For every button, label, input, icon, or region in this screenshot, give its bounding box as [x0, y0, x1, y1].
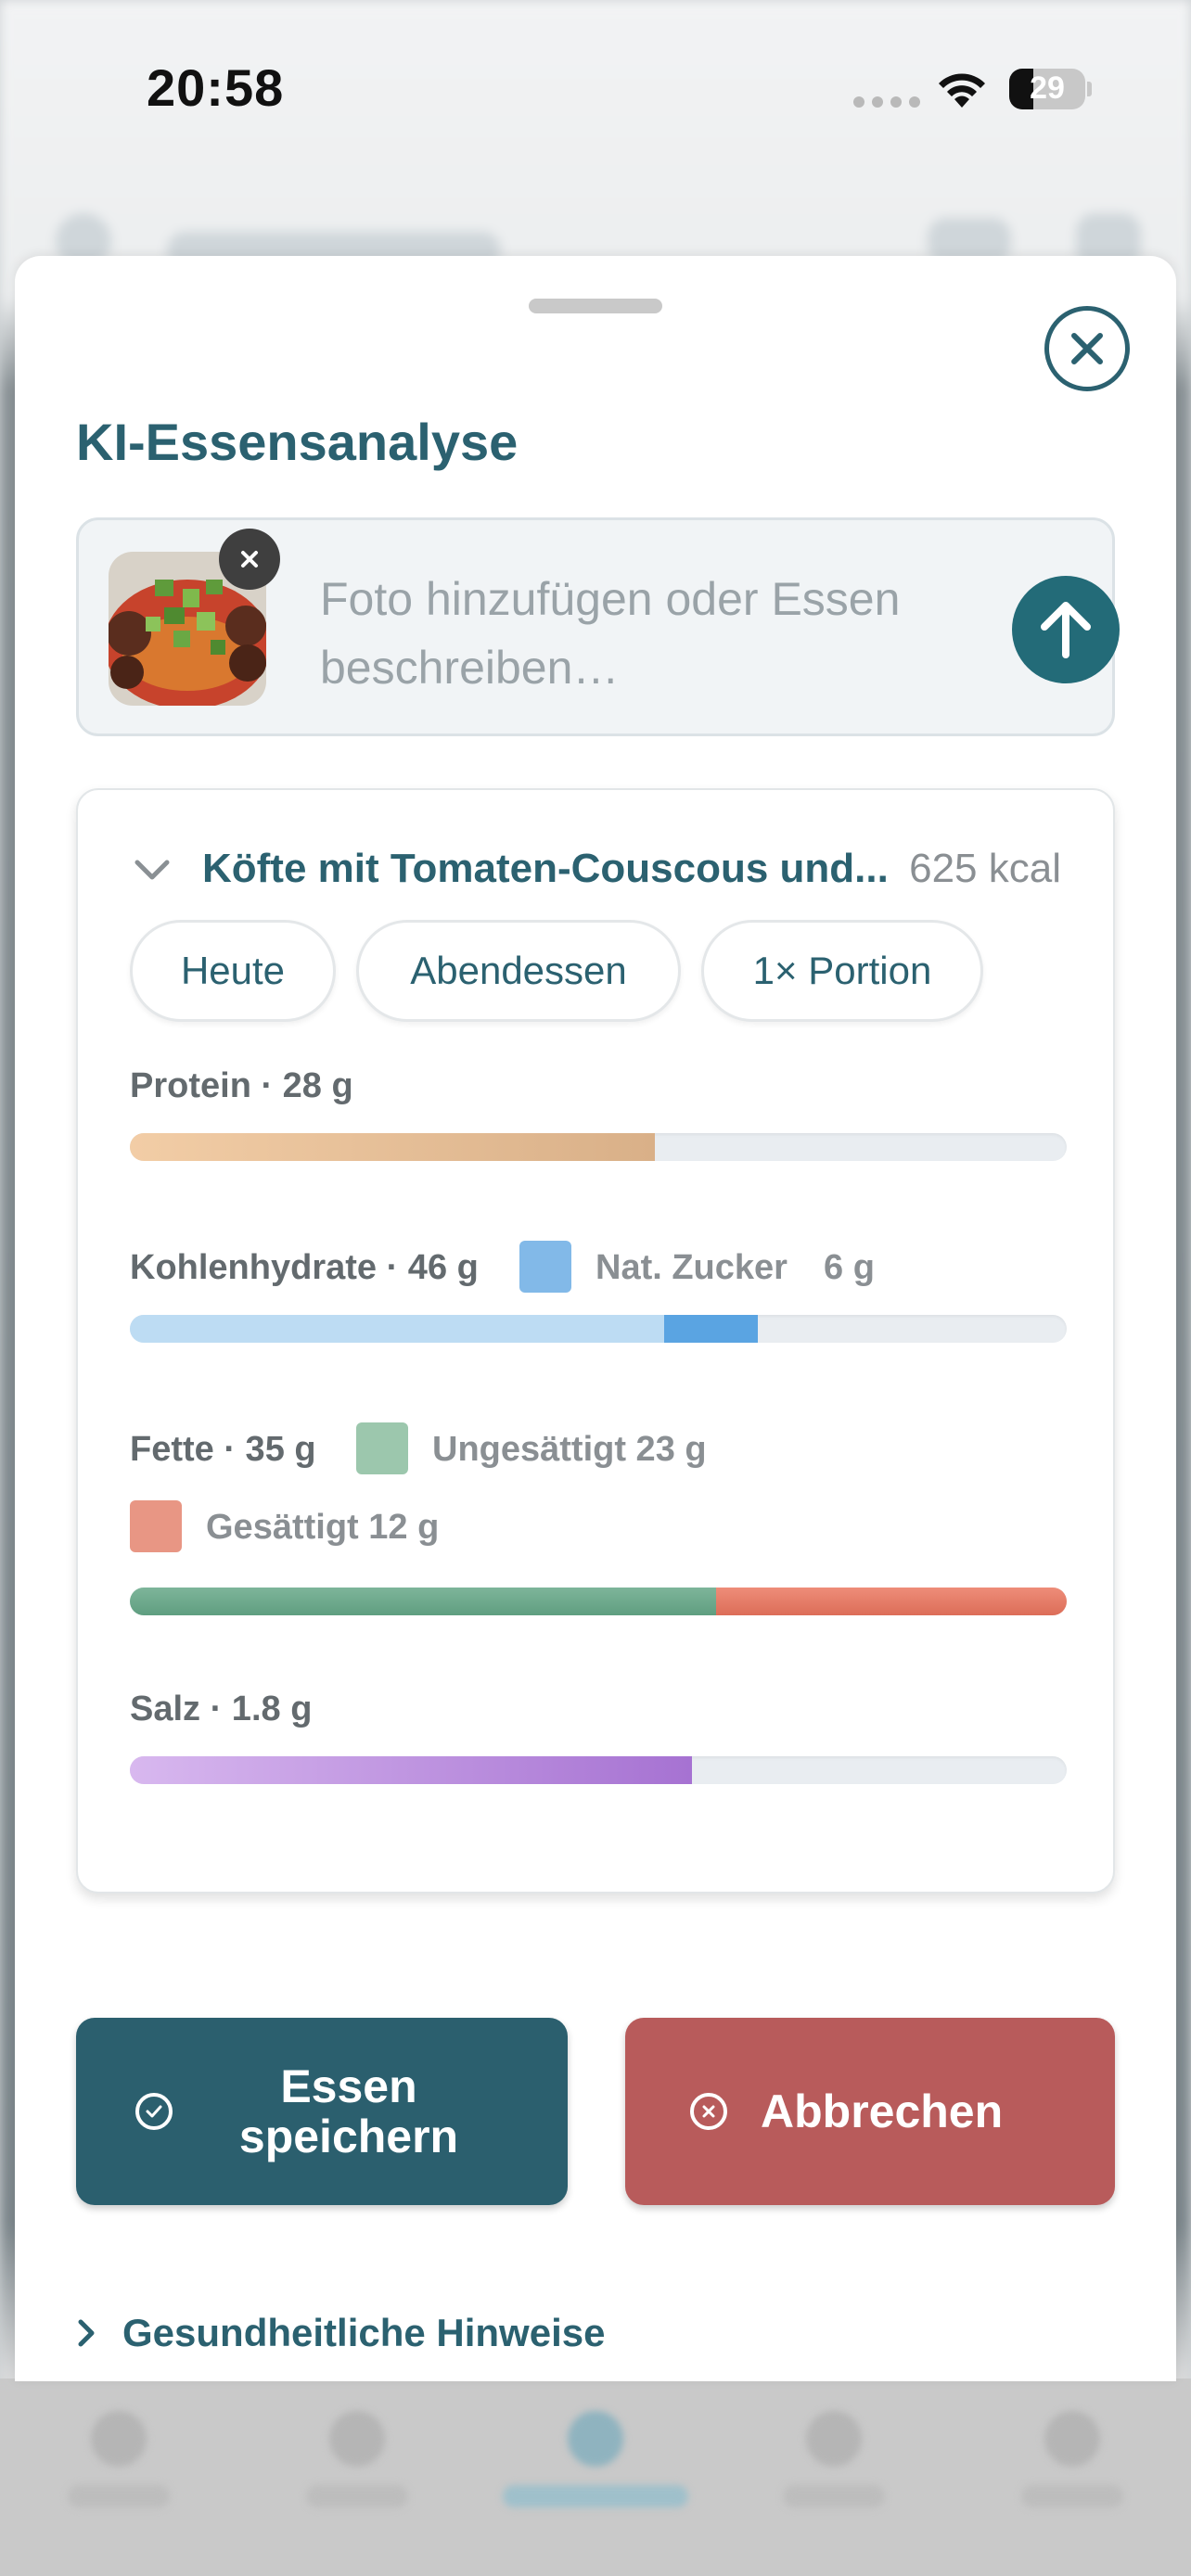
bg-tab-2: [301, 2410, 413, 2507]
protein-label: Protein · 28 g: [130, 1066, 353, 1105]
sheet-title: KI-Essensanalyse: [76, 413, 519, 471]
status-bar: 20:58 29: [0, 0, 1191, 176]
bg-tab-5: [1017, 2410, 1128, 2507]
unsaturated-legend-label: Ungesättigt 23 g: [432, 1430, 707, 1469]
cancel-label: Abbrechen: [761, 2085, 1004, 2137]
sugar-legend-swatch: [519, 1241, 571, 1293]
save-meal-label: Essen speichern: [238, 2060, 459, 2162]
bg-tab-4: [778, 2410, 890, 2507]
unsaturated-legend-swatch: [356, 1422, 408, 1474]
meal-name[interactable]: Köfte mit Tomaten-Couscous und...: [202, 846, 907, 892]
cancel-button[interactable]: Abbrechen: [625, 2018, 1115, 2205]
arrow-up-icon: [1041, 602, 1091, 658]
check-circle-icon: [135, 2093, 173, 2130]
carbs-bar-fill: [130, 1315, 664, 1343]
health-hints-label: Gesundheitliche Hinweise: [122, 2311, 606, 2354]
background-tab-bar: [0, 2378, 1191, 2576]
analysis-sheet: KI-Essensanalyse Foto hinzufügen oder Es…: [15, 256, 1176, 2381]
close-button[interactable]: [1044, 306, 1130, 391]
fat-bar: [130, 1588, 1067, 1615]
close-small-icon: [241, 551, 258, 567]
close-circle-icon: [690, 2093, 727, 2130]
remove-photo-button[interactable]: [219, 529, 280, 590]
sugar-legend-value: 6 g: [824, 1248, 875, 1287]
battery-level: 29: [1030, 70, 1065, 106]
chip-meal-type[interactable]: Abendessen: [356, 920, 681, 1022]
salt-bar: [130, 1756, 1067, 1784]
salt-bar-fill: [130, 1756, 692, 1784]
protein-bar-fill: [130, 1133, 655, 1161]
meal-result-card: Köfte mit Tomaten-Couscous und... 625 kc…: [76, 788, 1115, 1894]
sheet-grabber[interactable]: [529, 299, 662, 313]
send-button[interactable]: [1012, 576, 1120, 683]
chip-day[interactable]: Heute: [130, 920, 336, 1022]
carbs-label: Kohlenhydrate · 46 g: [130, 1248, 479, 1287]
wifi-icon: [939, 73, 985, 108]
bg-tab-3: [502, 2410, 688, 2507]
carbs-bar: [130, 1315, 1067, 1343]
fat-label: Fette · 35 g: [130, 1430, 316, 1469]
meal-description-input[interactable]: Foto hinzufügen oder Essen beschreiben…: [320, 565, 960, 702]
battery-icon: 29: [1009, 69, 1085, 109]
chip-portion[interactable]: 1× Portion: [701, 920, 983, 1022]
salt-label: Salz · 1.8 g: [130, 1690, 313, 1728]
saturated-legend-swatch: [130, 1500, 182, 1552]
saturated-legend-label: Gesättigt 12 g: [206, 1508, 440, 1547]
protein-bar: [130, 1133, 1067, 1161]
unsaturated-bar-fill: [130, 1588, 717, 1615]
chevron-down-icon[interactable]: [132, 857, 173, 885]
battery-cap: [1087, 82, 1092, 96]
bg-tab-1: [63, 2410, 174, 2507]
saturated-bar-fill: [716, 1588, 1067, 1615]
health-hints-toggle[interactable]: Gesundheitliche Hinweise: [76, 2311, 605, 2355]
sugar-legend-label: Nat. Zucker: [596, 1248, 788, 1287]
status-time: 20:58: [147, 58, 285, 117]
cellular-signal-icon: [853, 96, 920, 108]
close-icon: [1071, 333, 1103, 364]
chevron-right-icon: [78, 2319, 95, 2347]
meal-kcal: 625 kcal: [909, 846, 1061, 891]
save-meal-button[interactable]: Essen speichern: [76, 2018, 568, 2205]
sugar-bar-fill: [663, 1315, 758, 1343]
